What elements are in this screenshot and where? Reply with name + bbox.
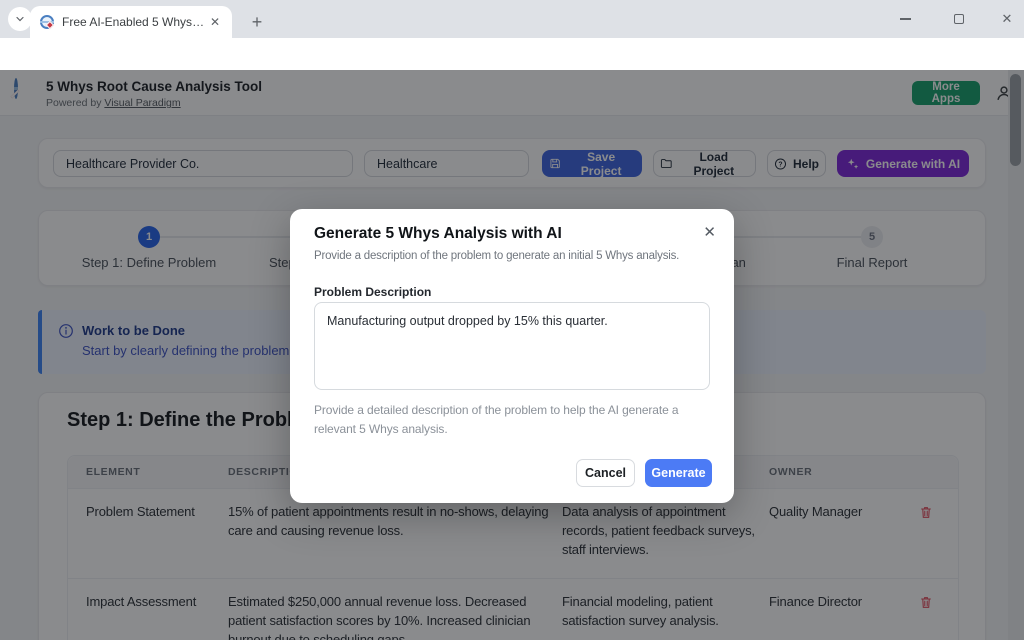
modal-subtitle: Provide a description of the problem to … [314, 250, 679, 262]
browser-tab[interactable]: Free AI-Enabled 5 Whys Root C ✕ [30, 6, 232, 38]
minimize-icon [900, 18, 911, 19]
problem-description-textarea[interactable]: Manufacturing output dropped by 15% this… [314, 302, 710, 390]
window-minimize-button[interactable] [882, 0, 928, 38]
browser-toolbar: ← → ⟳ ai-toolbox.visual-paradigm.com/app… [0, 38, 1024, 70]
tab-strip: Free AI-Enabled 5 Whys Root C ✕ + ✕ [0, 0, 1024, 38]
modal-title: Generate 5 Whys Analysis with AI [314, 225, 562, 243]
favicon-icon [40, 15, 54, 29]
chevron-down-icon [14, 13, 26, 25]
close-icon: ✕ [1002, 11, 1013, 27]
tab-search-button[interactable] [8, 7, 32, 31]
maximize-icon [954, 14, 964, 24]
window-maximize-button[interactable] [936, 0, 982, 38]
page-viewport: 5 Whys Root Cause Analysis Tool Powered … [0, 70, 1024, 640]
browser-window: Free AI-Enabled 5 Whys Root C ✕ + ✕ ← → … [0, 0, 1024, 640]
problem-description-label: Problem Description [314, 285, 431, 299]
modal-close-icon[interactable]: ✕ [699, 219, 720, 245]
tab-title: Free AI-Enabled 5 Whys Root C [62, 15, 206, 29]
modal-helper-text: Provide a detailed description of the pr… [314, 401, 712, 438]
cancel-button[interactable]: Cancel [576, 459, 635, 487]
tab-close-icon[interactable]: ✕ [206, 13, 224, 31]
generate-ai-modal: ✕ Generate 5 Whys Analysis with AI Provi… [290, 209, 734, 503]
window-close-button[interactable]: ✕ [984, 0, 1024, 38]
new-tab-button[interactable]: + [244, 9, 270, 35]
generate-button[interactable]: Generate [645, 459, 712, 487]
